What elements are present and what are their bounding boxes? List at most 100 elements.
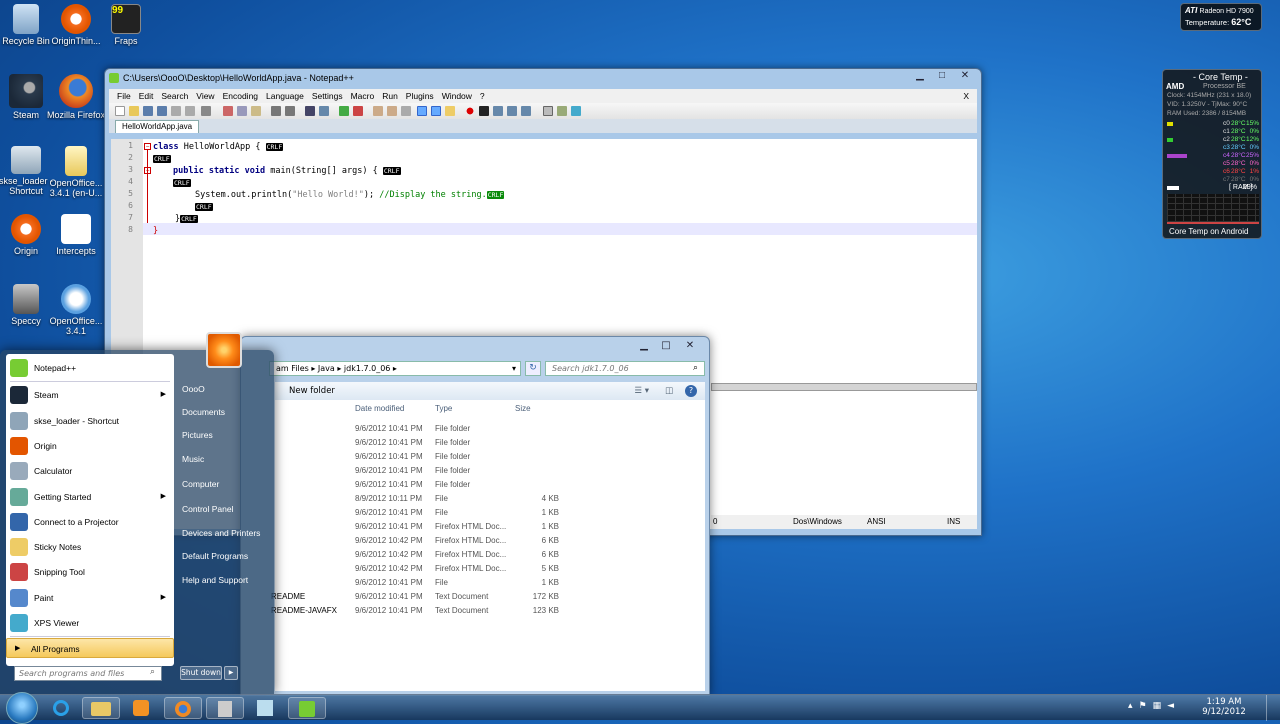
start-item-connect-to-a-projector[interactable]: Connect to a Projector: [6, 510, 174, 534]
clock[interactable]: 1:19 AM 9/12/2012: [1194, 695, 1254, 721]
undo-icon[interactable]: [271, 106, 281, 116]
refresh-icon[interactable]: ↻: [525, 361, 541, 376]
column-header-size[interactable]: Size: [515, 404, 531, 413]
taskbar-ie-button[interactable]: [42, 697, 80, 719]
start-item-getting-started[interactable]: Getting Started ▶: [6, 485, 174, 509]
notepadpp-titlebar[interactable]: C:\Users\OooO\Desktop\HelloWorldApp.java…: [105, 69, 981, 89]
explorer-close-button[interactable]: ✕: [677, 339, 703, 354]
start-item-paint[interactable]: Paint ▶: [6, 586, 174, 610]
breadcrumb-item[interactable]: Java: [318, 364, 335, 373]
coretemp-footer[interactable]: Core Temp on Android: [1169, 227, 1248, 236]
desktop-icon-firefox[interactable]: Mozilla Firefox: [44, 74, 108, 120]
all-programs-button[interactable]: ▶ All Programs: [6, 638, 174, 658]
search-input[interactable]: Search jdk1.7.0_06: [545, 361, 705, 376]
table-row[interactable]: 9/6/2012 10:41 PM File folder: [275, 464, 705, 478]
table-row[interactable]: 9/6/2012 10:41 PM File folder: [275, 450, 705, 464]
copy-icon[interactable]: [237, 106, 247, 116]
start-item-notepad[interactable]: Notepad++: [6, 356, 174, 380]
start-item-snipping-tool[interactable]: Snipping Tool: [6, 560, 174, 584]
minimize-button[interactable]: ▁: [909, 69, 931, 84]
start-right-item-help[interactable]: Help and Support: [182, 575, 248, 585]
start-item-steam[interactable]: Steam ▶: [6, 383, 174, 407]
taskbar-speccy-button[interactable]: [206, 697, 244, 719]
table-row[interactable]: 8/9/2012 10:11 PM File 4 KB: [275, 492, 705, 506]
menu-search[interactable]: Search: [157, 89, 192, 103]
new-file-icon[interactable]: [115, 106, 125, 116]
table-row[interactable]: 9/6/2012 10:41 PM File 1 KB: [275, 506, 705, 520]
menu-plugins[interactable]: Plugins: [402, 89, 438, 103]
editor-splitter[interactable]: [711, 383, 977, 391]
menu-encoding[interactable]: Encoding: [219, 89, 262, 103]
menu-settings[interactable]: Settings: [308, 89, 347, 103]
start-right-item-computer[interactable]: Computer: [182, 479, 219, 489]
show-all-chars-icon[interactable]: [417, 106, 427, 116]
menu-edit[interactable]: Edit: [135, 89, 158, 103]
save-macro-icon[interactable]: [521, 106, 531, 116]
table-row[interactable]: 9/6/2012 10:42 PM Firefox HTML Doc... 6 KB: [275, 534, 705, 548]
address-dropdown-icon[interactable]: ▾: [512, 362, 516, 375]
save-icon[interactable]: [143, 106, 153, 116]
find-icon[interactable]: [305, 106, 315, 116]
new-folder-button[interactable]: New folder: [289, 382, 335, 400]
table-row[interactable]: 9/6/2012 10:42 PM Firefox HTML Doc... 5 KB: [275, 562, 705, 576]
start-item-calculator[interactable]: Calculator: [6, 459, 174, 483]
spellcheck-icon[interactable]: [571, 106, 581, 116]
network-icon[interactable]: ▦: [1153, 701, 1168, 711]
start-button[interactable]: [6, 692, 38, 724]
menu-help[interactable]: ?: [476, 89, 489, 103]
column-header-date[interactable]: Date modified: [355, 404, 404, 413]
help-icon[interactable]: ?: [685, 385, 697, 397]
open-file-icon[interactable]: [129, 106, 139, 116]
table-row[interactable]: README 9/6/2012 10:41 PM Text Document 172 …: [271, 590, 705, 604]
table-row[interactable]: 9/6/2012 10:41 PM File folder: [275, 436, 705, 450]
menu-file[interactable]: File: [113, 89, 135, 103]
start-right-item-pictures[interactable]: Pictures: [182, 430, 213, 440]
start-right-item-default-programs[interactable]: Default Programs: [182, 551, 248, 561]
sync-scroll-v-icon[interactable]: [373, 106, 383, 116]
table-row[interactable]: 9/6/2012 10:41 PM File folder: [275, 422, 705, 436]
close-button[interactable]: ✕: [953, 69, 977, 84]
replace-icon[interactable]: [319, 106, 329, 116]
start-right-item-devices[interactable]: Devices and Printers: [182, 528, 260, 538]
print-icon[interactable]: [201, 106, 211, 116]
breadcrumb-item[interactable]: am Files: [276, 364, 309, 373]
indent-guide-icon[interactable]: [431, 106, 441, 116]
taskbar-notepadpp-button[interactable]: [288, 697, 326, 719]
fold-marker-icon[interactable]: −: [144, 143, 151, 150]
volume-icon[interactable]: ◄: [1167, 701, 1180, 711]
paste-icon[interactable]: [251, 106, 261, 116]
shutdown-options-arrow-icon[interactable]: ▶: [224, 666, 238, 680]
word-wrap-icon[interactable]: [401, 106, 411, 116]
close-file-icon[interactable]: [171, 106, 181, 116]
start-right-item-control-panel[interactable]: Control Panel: [182, 504, 234, 514]
desktop-icon-fraps[interactable]: 99 Fraps: [94, 4, 158, 46]
play-macro-icon[interactable]: [493, 106, 503, 116]
close-all-icon[interactable]: [185, 106, 195, 116]
user-lang-icon[interactable]: [445, 106, 455, 116]
table-row[interactable]: README-JAVAFX 9/6/2012 10:41 PM Text Docum…: [271, 604, 705, 618]
start-right-item-music[interactable]: Music: [182, 454, 204, 464]
start-item-xps-viewer[interactable]: XPS Viewer: [6, 611, 174, 635]
start-right-item-user[interactable]: OooO: [182, 384, 205, 394]
column-header-type[interactable]: Type: [435, 404, 452, 413]
start-item-origin[interactable]: Origin: [6, 434, 174, 458]
run-macro-multi-icon[interactable]: [507, 106, 517, 116]
start-search-input[interactable]: Search programs and files: [14, 666, 162, 681]
cut-icon[interactable]: [223, 106, 233, 116]
record-macro-icon[interactable]: [465, 106, 475, 116]
menu-run[interactable]: Run: [378, 89, 402, 103]
table-row[interactable]: 9/6/2012 10:42 PM Firefox HTML Doc... 6 KB: [275, 548, 705, 562]
function-list-icon[interactable]: [557, 106, 567, 116]
start-item-skse-loader-shortcut[interactable]: skse_loader - Shortcut: [6, 409, 174, 433]
desktop-icon-intercepts[interactable]: Intercepts: [44, 214, 108, 256]
address-bar[interactable]: am Files ▸ Java ▸ jdk1.7.0_06 ▸ ▾: [269, 361, 521, 376]
menu-language[interactable]: Language: [262, 89, 308, 103]
explorer-window[interactable]: ▁ □ ✕ am Files ▸ Java ▸ jdk1.7.0_06 ▸ ▾ …: [240, 336, 710, 696]
menu-view[interactable]: View: [192, 89, 218, 103]
start-right-item-documents[interactable]: Documents: [182, 407, 225, 417]
maximize-button[interactable]: □: [931, 69, 953, 84]
table-row[interactable]: 9/6/2012 10:41 PM File folder: [275, 478, 705, 492]
show-hidden-icons-icon[interactable]: ▴: [1128, 701, 1139, 711]
menu-window[interactable]: Window: [438, 89, 476, 103]
table-row[interactable]: 9/6/2012 10:41 PM Firefox HTML Doc... 1 KB: [275, 520, 705, 534]
